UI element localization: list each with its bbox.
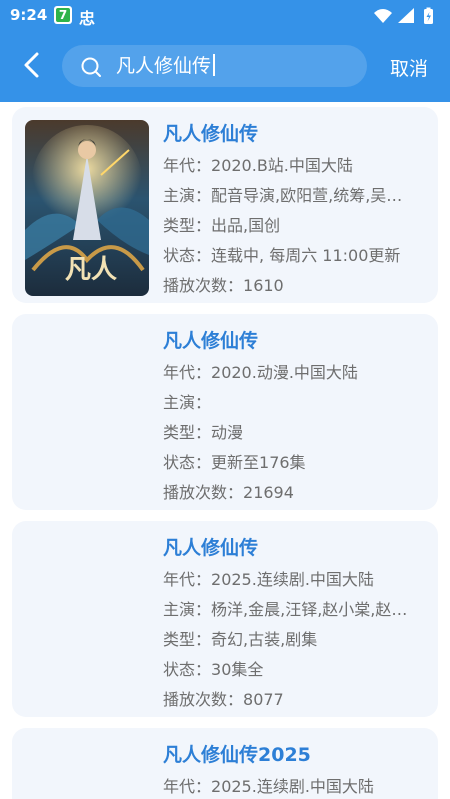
wifi-icon [374,9,392,23]
result-info: 凡人修仙传2025 年代：2025.连续剧.中国大陆 [163,741,425,799]
poster-image: 凡人 [25,120,149,296]
search-query-text[interactable]: 凡人修仙传 [116,54,216,78]
result-year: 年代：2020.动漫.中国大陆 [163,363,358,382]
result-title[interactable]: 凡人修仙传 [163,120,425,148]
system-status-icons [374,7,433,24]
result-status: 状态：连载中, 每周六 11:00更新 [163,246,401,265]
result-info: 凡人修仙传 年代：2020.动漫.中国大陆 主演： 类型：动漫 状态：更新至17… [163,327,425,508]
notification-glyph-icon: 忠 [79,9,96,28]
cancel-button[interactable]: 取消 [390,54,428,81]
result-cast: 主演：配音导演,欧阳萱,统筹,吴… [163,186,403,205]
result-year: 年代：2020.B站.中国大陆 [163,156,353,175]
back-arrow-icon[interactable] [18,50,48,80]
result-card[interactable]: 凡人修仙传 年代：2025.连续剧.中国大陆 主演：杨洋,金晨,汪铎,赵小棠,赵… [12,521,438,717]
result-card[interactable]: 凡人 凡人修仙传 年代：2020.B站.中国大陆 主演：配音导演,欧阳萱,统筹,… [12,107,438,303]
result-status: 状态：30集全 [163,660,264,679]
status-time: 9:24 [10,6,48,24]
result-year: 年代：2025.连续剧.中国大陆 [163,570,374,589]
result-title[interactable]: 凡人修仙传 [163,327,425,355]
status-bar: 9:24 7 忠 [0,0,450,32]
app-bar: 9:24 7 忠 凡人修仙传 取消 [0,0,450,102]
notification-app-icon: 7 [54,6,72,24]
poster-title-text: 凡人 [65,255,117,285]
result-type: 类型：奇幻,古装,剧集 [163,630,318,649]
result-cast: 主演：杨洋,金晨,汪铎,赵小棠,赵… [163,600,408,619]
result-info: 凡人修仙传 年代：2025.连续剧.中国大陆 主演：杨洋,金晨,汪铎,赵小棠,赵… [163,534,425,715]
notification-badge-text: 7 [56,8,70,22]
signal-icon [398,8,414,23]
result-plays: 播放次数：21694 [163,483,294,502]
search-icon [81,57,101,77]
result-plays: 播放次数：8077 [163,690,284,709]
result-card[interactable]: 凡人修仙传 年代：2020.动漫.中国大陆 主演： 类型：动漫 状态：更新至17… [12,314,438,510]
search-input[interactable]: 凡人修仙传 [62,45,367,87]
battery-icon [424,7,433,24]
result-card[interactable]: 凡人修仙传2025 年代：2025.连续剧.中国大陆 [12,728,438,799]
result-year: 年代：2025.连续剧.中国大陆 [163,777,374,796]
result-title[interactable]: 凡人修仙传2025 [163,741,425,769]
result-plays: 播放次数：1610 [163,276,284,295]
result-info: 凡人修仙传 年代：2020.B站.中国大陆 主演：配音导演,欧阳萱,统筹,吴… … [163,120,425,301]
text-cursor [213,54,216,76]
result-cast: 主演： [163,393,212,412]
result-type: 类型：出品,国创 [163,216,281,235]
result-type: 类型：动漫 [163,423,244,442]
result-title[interactable]: 凡人修仙传 [163,534,425,562]
result-status: 状态：更新至176集 [163,453,306,472]
